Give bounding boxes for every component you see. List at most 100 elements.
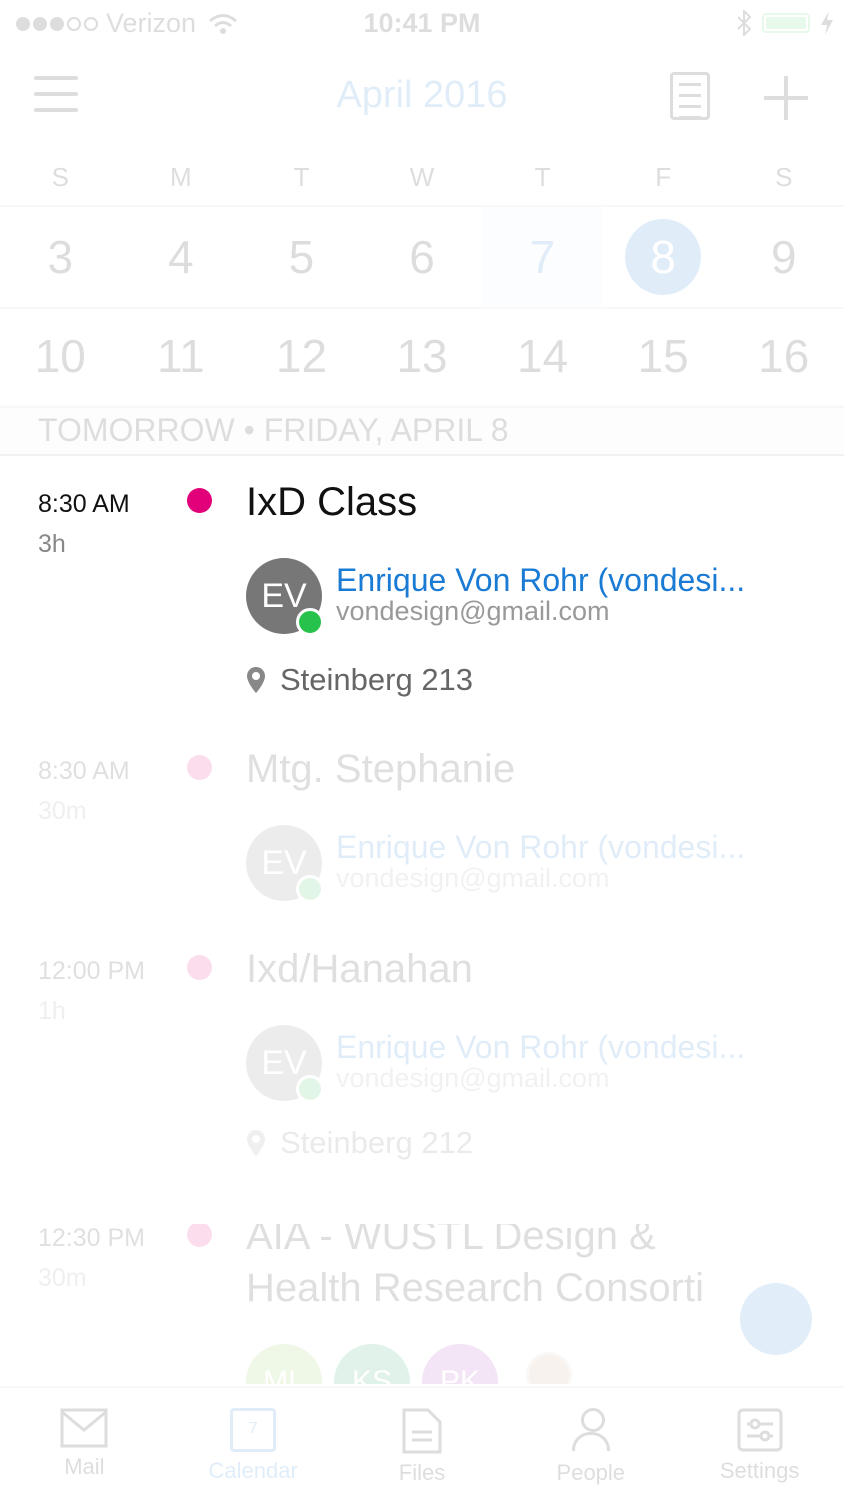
weekday-row: S M T W T F S xyxy=(0,150,844,207)
avatar-initials: EV xyxy=(261,843,307,882)
add-event-icon[interactable] xyxy=(764,76,808,120)
tab-files[interactable]: Files xyxy=(338,1388,507,1499)
event-title: Mtg. Stephanie xyxy=(246,747,516,791)
weekday-label: F xyxy=(655,162,672,192)
weekday-label: S xyxy=(51,162,69,192)
app-header: April 2016 xyxy=(0,50,844,145)
weekday-label: S xyxy=(775,162,793,192)
attendee-email: vondesign@gmail.com xyxy=(336,596,610,626)
month-title[interactable]: April 2016 xyxy=(0,74,844,117)
event-item-mtg-stephanie[interactable]: 8:30 AM 30m Mtg. Stephanie EV Enrique Vo… xyxy=(0,747,844,927)
event-item-ixd-hanahan[interactable]: 12:00 PM 1h Ixd/Hanahan EV Enrique Von R… xyxy=(0,947,844,1167)
attendee-name[interactable]: Enrique Von Rohr (vondesi... xyxy=(336,1029,745,1066)
status-time: 10:41 PM xyxy=(363,8,481,38)
event-title-line-2: Health Research Consorti xyxy=(246,1266,704,1310)
event-location: Steinberg 212 xyxy=(246,1125,473,1161)
calendar-day[interactable]: 12 xyxy=(241,306,362,406)
weekday-label: T xyxy=(293,162,310,192)
event-title: Ixd/Hanahan xyxy=(246,947,473,991)
avatar: KS xyxy=(334,1344,410,1384)
tab-label: Files xyxy=(398,1460,446,1485)
calendar-day[interactable]: 10 xyxy=(0,306,121,406)
tab-people[interactable]: People xyxy=(506,1388,675,1499)
agenda-view-icon[interactable] xyxy=(670,72,710,120)
attendee-name[interactable]: Enrique Von Rohr (vondesi... xyxy=(336,829,745,866)
event-color-dot xyxy=(187,955,212,980)
tab-label: People xyxy=(556,1460,626,1485)
event-duration: 30m xyxy=(38,797,87,825)
calendar-day[interactable]: 15 xyxy=(603,306,724,406)
selected-day-circle: 8 xyxy=(625,219,702,295)
attendee-email: vondesign@gmail.com xyxy=(336,1063,610,1093)
event-duration: 3h xyxy=(38,530,66,558)
attendee-email: vondesign@gmail.com xyxy=(336,863,610,893)
event-location: Steinberg 213 xyxy=(246,662,473,698)
event-item-ixd-class[interactable]: 8:30 AM 3h IxD Class EV Enrique Von Rohr… xyxy=(0,480,844,720)
avatar: EV xyxy=(246,1025,324,1103)
tab-settings[interactable]: Settings xyxy=(675,1388,844,1499)
calendar-day-selected[interactable]: 8 xyxy=(603,207,724,307)
avatar-initials: EV xyxy=(261,1043,307,1082)
files-icon xyxy=(402,1408,442,1454)
status-bar: Verizon 10:41 PM xyxy=(0,0,844,50)
calendar-day[interactable]: 3 xyxy=(0,207,121,307)
event-title: IxD Class xyxy=(246,480,418,524)
calendar-day[interactable]: 16 xyxy=(723,306,844,406)
tab-mail[interactable]: Mail xyxy=(0,1388,169,1499)
calendar-icon: 7 xyxy=(230,1408,277,1452)
settings-icon xyxy=(737,1408,783,1452)
date-section-label: TOMORROW • FRIDAY, APRIL 8 xyxy=(38,412,509,448)
location-label: Steinberg 212 xyxy=(280,1125,474,1160)
event-time: 12:00 PM xyxy=(38,957,146,985)
calendar-day[interactable]: 14 xyxy=(482,306,603,406)
online-status-icon xyxy=(296,608,324,636)
tab-bar: Mail 7 Calendar Files People Settings xyxy=(0,1386,844,1499)
attendee-name[interactable]: Enrique Von Rohr (vondesi... xyxy=(336,562,745,599)
calendar-day[interactable]: 5 xyxy=(241,207,362,307)
event-color-dot xyxy=(187,488,212,513)
location-pin-icon xyxy=(247,667,265,693)
avatar: ML xyxy=(246,1344,322,1384)
location-pin-icon xyxy=(247,1130,265,1156)
calendar-week-row: 3 4 5 6 7 8 9 xyxy=(0,207,844,309)
avatar-initials: EV xyxy=(261,576,307,615)
event-color-dot xyxy=(187,755,212,780)
photo-avatar xyxy=(526,1352,572,1384)
calendar-week-row: 10 11 12 13 14 15 16 xyxy=(0,306,844,408)
weekday-label: M xyxy=(170,162,192,192)
calendar-day[interactable]: 9 xyxy=(723,207,844,307)
event-time: 12:30 PM xyxy=(38,1224,146,1252)
online-status-icon xyxy=(296,1075,324,1103)
calendar-day[interactable]: 11 xyxy=(121,306,242,406)
floating-action-button[interactable] xyxy=(740,1283,812,1355)
date-section-header: TOMORROW • FRIDAY, APRIL 8 xyxy=(0,404,844,456)
tab-label: Calendar xyxy=(208,1458,298,1483)
event-duration: 1h xyxy=(38,997,66,1025)
people-icon xyxy=(568,1408,614,1454)
avatar: EV xyxy=(246,558,324,636)
weekday-label: W xyxy=(409,162,435,192)
event-title-line-1: AIA - WUSTL Design & xyxy=(246,1224,656,1258)
calendar-day-today[interactable]: 7 xyxy=(482,207,603,307)
tab-label: Mail xyxy=(64,1454,105,1479)
calendar-day[interactable]: 13 xyxy=(362,306,483,406)
tab-calendar[interactable]: 7 Calendar xyxy=(169,1388,338,1499)
calendar-day[interactable]: 4 xyxy=(121,207,242,307)
online-status-icon xyxy=(296,875,324,903)
event-time: 8:30 AM xyxy=(38,490,130,518)
battery-icon xyxy=(762,13,810,33)
mail-icon xyxy=(60,1408,108,1448)
tab-label: Settings xyxy=(719,1458,800,1483)
bluetooth-icon xyxy=(737,10,752,36)
avatar: PK xyxy=(422,1344,498,1384)
status-right xyxy=(736,10,834,36)
avatar: EV xyxy=(246,825,324,903)
weekday-label: T xyxy=(534,162,551,192)
event-color-dot xyxy=(187,1224,212,1247)
event-time: 8:30 AM xyxy=(38,757,130,785)
event-item-aia-wustl[interactable]: 12:30 PM 30m AIA - WUSTL Design & Health… xyxy=(0,1224,844,1384)
event-duration: 30m xyxy=(38,1264,87,1292)
calendar-day[interactable]: 6 xyxy=(362,207,483,307)
location-label: Steinberg 213 xyxy=(280,662,474,697)
charging-icon xyxy=(821,11,833,35)
